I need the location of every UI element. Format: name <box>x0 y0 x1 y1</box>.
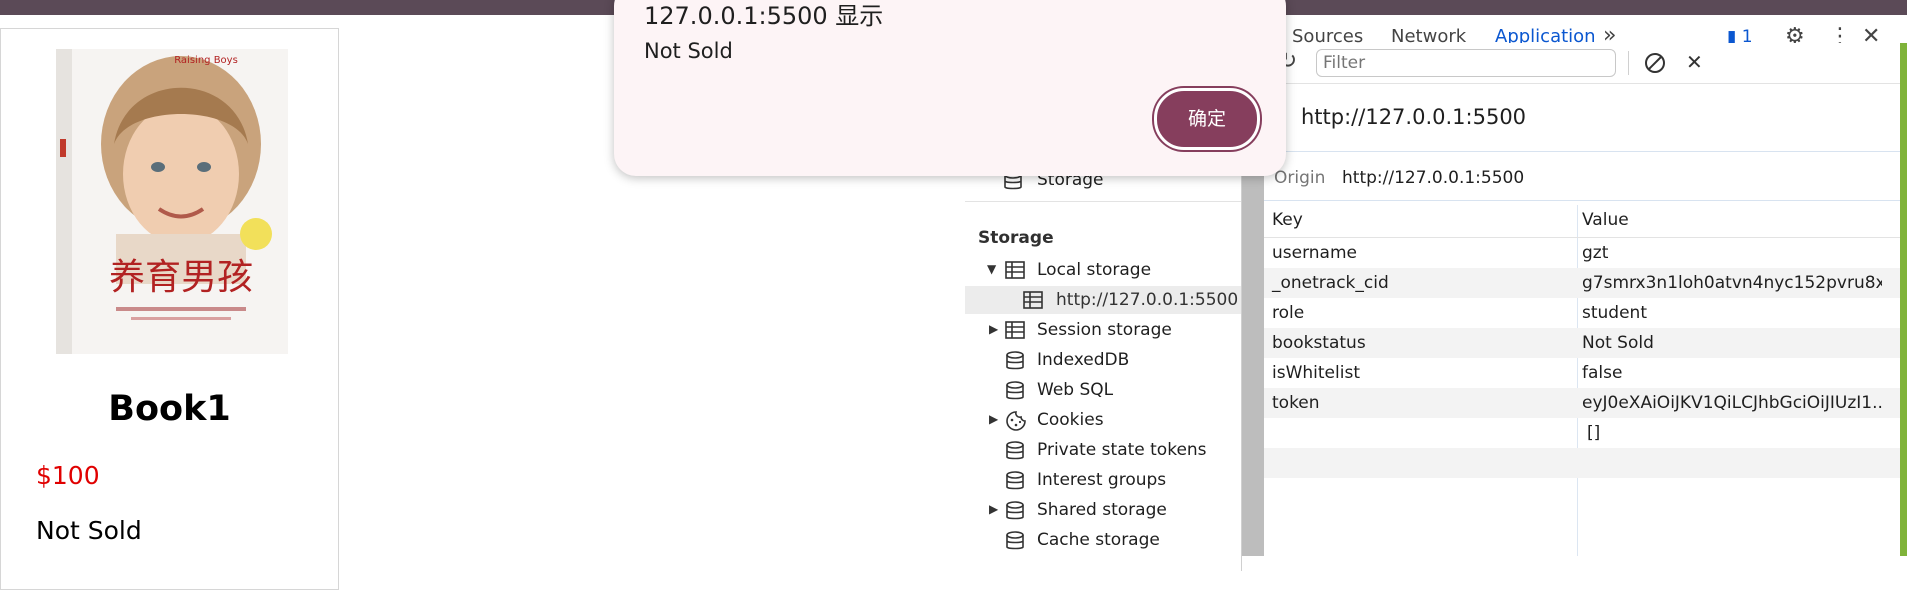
row-value: [] <box>1587 423 1601 443</box>
book-cover-subtitle: Raising Boys <box>174 55 238 66</box>
sidebar-item-label: Local storage <box>1037 260 1152 280</box>
table-row[interactable]: _onetrack_cid g7smrx3n1loh0atvn4nyc152pv… <box>1264 268 1907 298</box>
sidebar-item-label: Private state tokens <box>1037 440 1207 460</box>
table-icon <box>1005 261 1025 279</box>
database-icon <box>1006 351 1024 370</box>
origin-label: Origin <box>1274 168 1326 188</box>
table-row-empty[interactable] <box>1264 448 1907 478</box>
table-row[interactable]: role student <box>1264 298 1907 328</box>
book-cover-title: 养育男孩 <box>109 257 253 298</box>
sidebar-item-private-state-tokens[interactable]: Private state tokens <box>965 436 1241 464</box>
database-icon <box>1006 471 1024 490</box>
dialog-message: Not Sold <box>644 39 733 63</box>
row-value: false <box>1582 363 1623 383</box>
sidebar-item-session-storage[interactable]: ▶ Session storage <box>965 316 1241 344</box>
sidebar-item-label: Cache storage <box>1037 530 1160 550</box>
sidebar-section-storage: Storage <box>978 228 1054 248</box>
local-storage-table: Key Value username gzt _onetrack_cid g7s… <box>1264 205 1907 478</box>
book-price: $100 <box>36 461 100 490</box>
sidebar-item-label: Session storage <box>1037 320 1172 340</box>
origin-title: http://127.0.0.1:5500 <box>1301 105 1527 129</box>
row-key: _onetrack_cid <box>1272 273 1389 293</box>
alert-dialog: 127.0.0.1:5500 显示 Not Sold 确定 <box>614 0 1286 176</box>
sidebar-item-cache-storage[interactable]: Cache storage <box>965 526 1241 554</box>
table-row[interactable]: token eyJ0eXAiOiJKV1QiLCJhbGciOiJIUzI1..… <box>1264 388 1907 418</box>
row-key: token <box>1272 393 1320 413</box>
book-status: Not Sold <box>36 516 142 545</box>
storage-toolbar: ↻ ✕ <box>1264 43 1907 84</box>
sidebar-item-shared-storage[interactable]: ▶ Shared storage <box>965 496 1241 524</box>
row-value: student <box>1582 303 1647 323</box>
storage-panel: ↻ ✕ http://127.0.0.1:5500 Origin http://… <box>1264 43 1907 556</box>
filter-input[interactable] <box>1316 49 1616 77</box>
sidebar-item-label: Shared storage <box>1037 500 1167 520</box>
expand-triangle-down-icon[interactable]: ▼ <box>987 262 996 276</box>
sidebar-item-label: Web SQL <box>1037 380 1114 400</box>
database-icon <box>1006 381 1024 400</box>
table-row[interactable]: username gzt <box>1264 238 1907 268</box>
expand-triangle-right-icon[interactable]: ▶ <box>989 412 998 426</box>
table-icon <box>1023 291 1043 309</box>
delete-selected-icon[interactable]: ✕ <box>1686 50 1703 74</box>
column-header-value[interactable]: Value <box>1582 210 1882 230</box>
database-icon <box>1006 531 1024 550</box>
sidebar-item-label: Cookies <box>1037 410 1104 430</box>
table-row[interactable]: isWhitelist false <box>1264 358 1907 388</box>
sidebar-item-label: http://127.0.0.1:5500 <box>1056 290 1239 310</box>
book-cover-image: 养育男孩 Raising Boys <box>56 49 288 354</box>
table-row[interactable]: [] <box>1264 418 1907 448</box>
database-icon <box>1006 441 1024 460</box>
cookie-icon <box>1006 411 1026 431</box>
sidebar-item-label: IndexedDB <box>1037 350 1130 370</box>
table-header: Key Value <box>1264 205 1907 238</box>
ok-button[interactable]: 确定 <box>1154 88 1260 150</box>
row-value: Not Sold <box>1582 333 1654 353</box>
sidebar-item-local-storage-origin[interactable]: http://127.0.0.1:5500 <box>965 286 1241 314</box>
expand-triangle-right-icon[interactable]: ▶ <box>989 502 998 516</box>
row-key: isWhitelist <box>1272 363 1360 383</box>
row-value: g7smrx3n1loh0atvn4nyc152pvru8xpy <box>1582 273 1882 293</box>
table-icon <box>1005 321 1025 339</box>
row-key: username <box>1272 243 1357 263</box>
origin-value: http://127.0.0.1:5500 <box>1342 168 1525 188</box>
clear-all-icon[interactable] <box>1644 52 1666 74</box>
sidebar-item-indexeddb[interactable]: IndexedDB <box>965 346 1241 374</box>
dialog-title: 127.0.0.1:5500 显示 <box>644 2 884 30</box>
expand-triangle-right-icon[interactable]: ▶ <box>989 322 998 336</box>
table-row[interactable]: bookstatus Not Sold <box>1264 328 1907 358</box>
database-icon <box>1006 501 1024 520</box>
sidebar-item-cookies[interactable]: ▶ Cookies <box>965 406 1241 434</box>
toolbar-divider <box>1628 51 1629 75</box>
book-title: Book1 <box>108 389 231 429</box>
sidebar-item-interest-groups[interactable]: Interest groups <box>965 466 1241 494</box>
column-header-key[interactable]: Key <box>1272 210 1303 230</box>
divider <box>965 201 1241 202</box>
row-key: role <box>1272 303 1305 323</box>
sidebar-item-label: Interest groups <box>1037 470 1167 490</box>
origin-row: Origin http://127.0.0.1:5500 <box>1264 151 1907 201</box>
row-value: gzt <box>1582 243 1609 263</box>
book-card: 养育男孩 Raising Boys Book1 $100 Not Sold <box>0 28 339 590</box>
sidebar-item-web-sql[interactable]: Web SQL <box>965 376 1241 404</box>
row-value: eyJ0eXAiOiJKV1QiLCJhbGciOiJIUzI1... <box>1582 393 1882 413</box>
sidebar-item-local-storage[interactable]: ▼ Local storage <box>965 256 1241 284</box>
row-key: bookstatus <box>1272 333 1366 353</box>
page-edge-strip <box>1900 43 1907 556</box>
